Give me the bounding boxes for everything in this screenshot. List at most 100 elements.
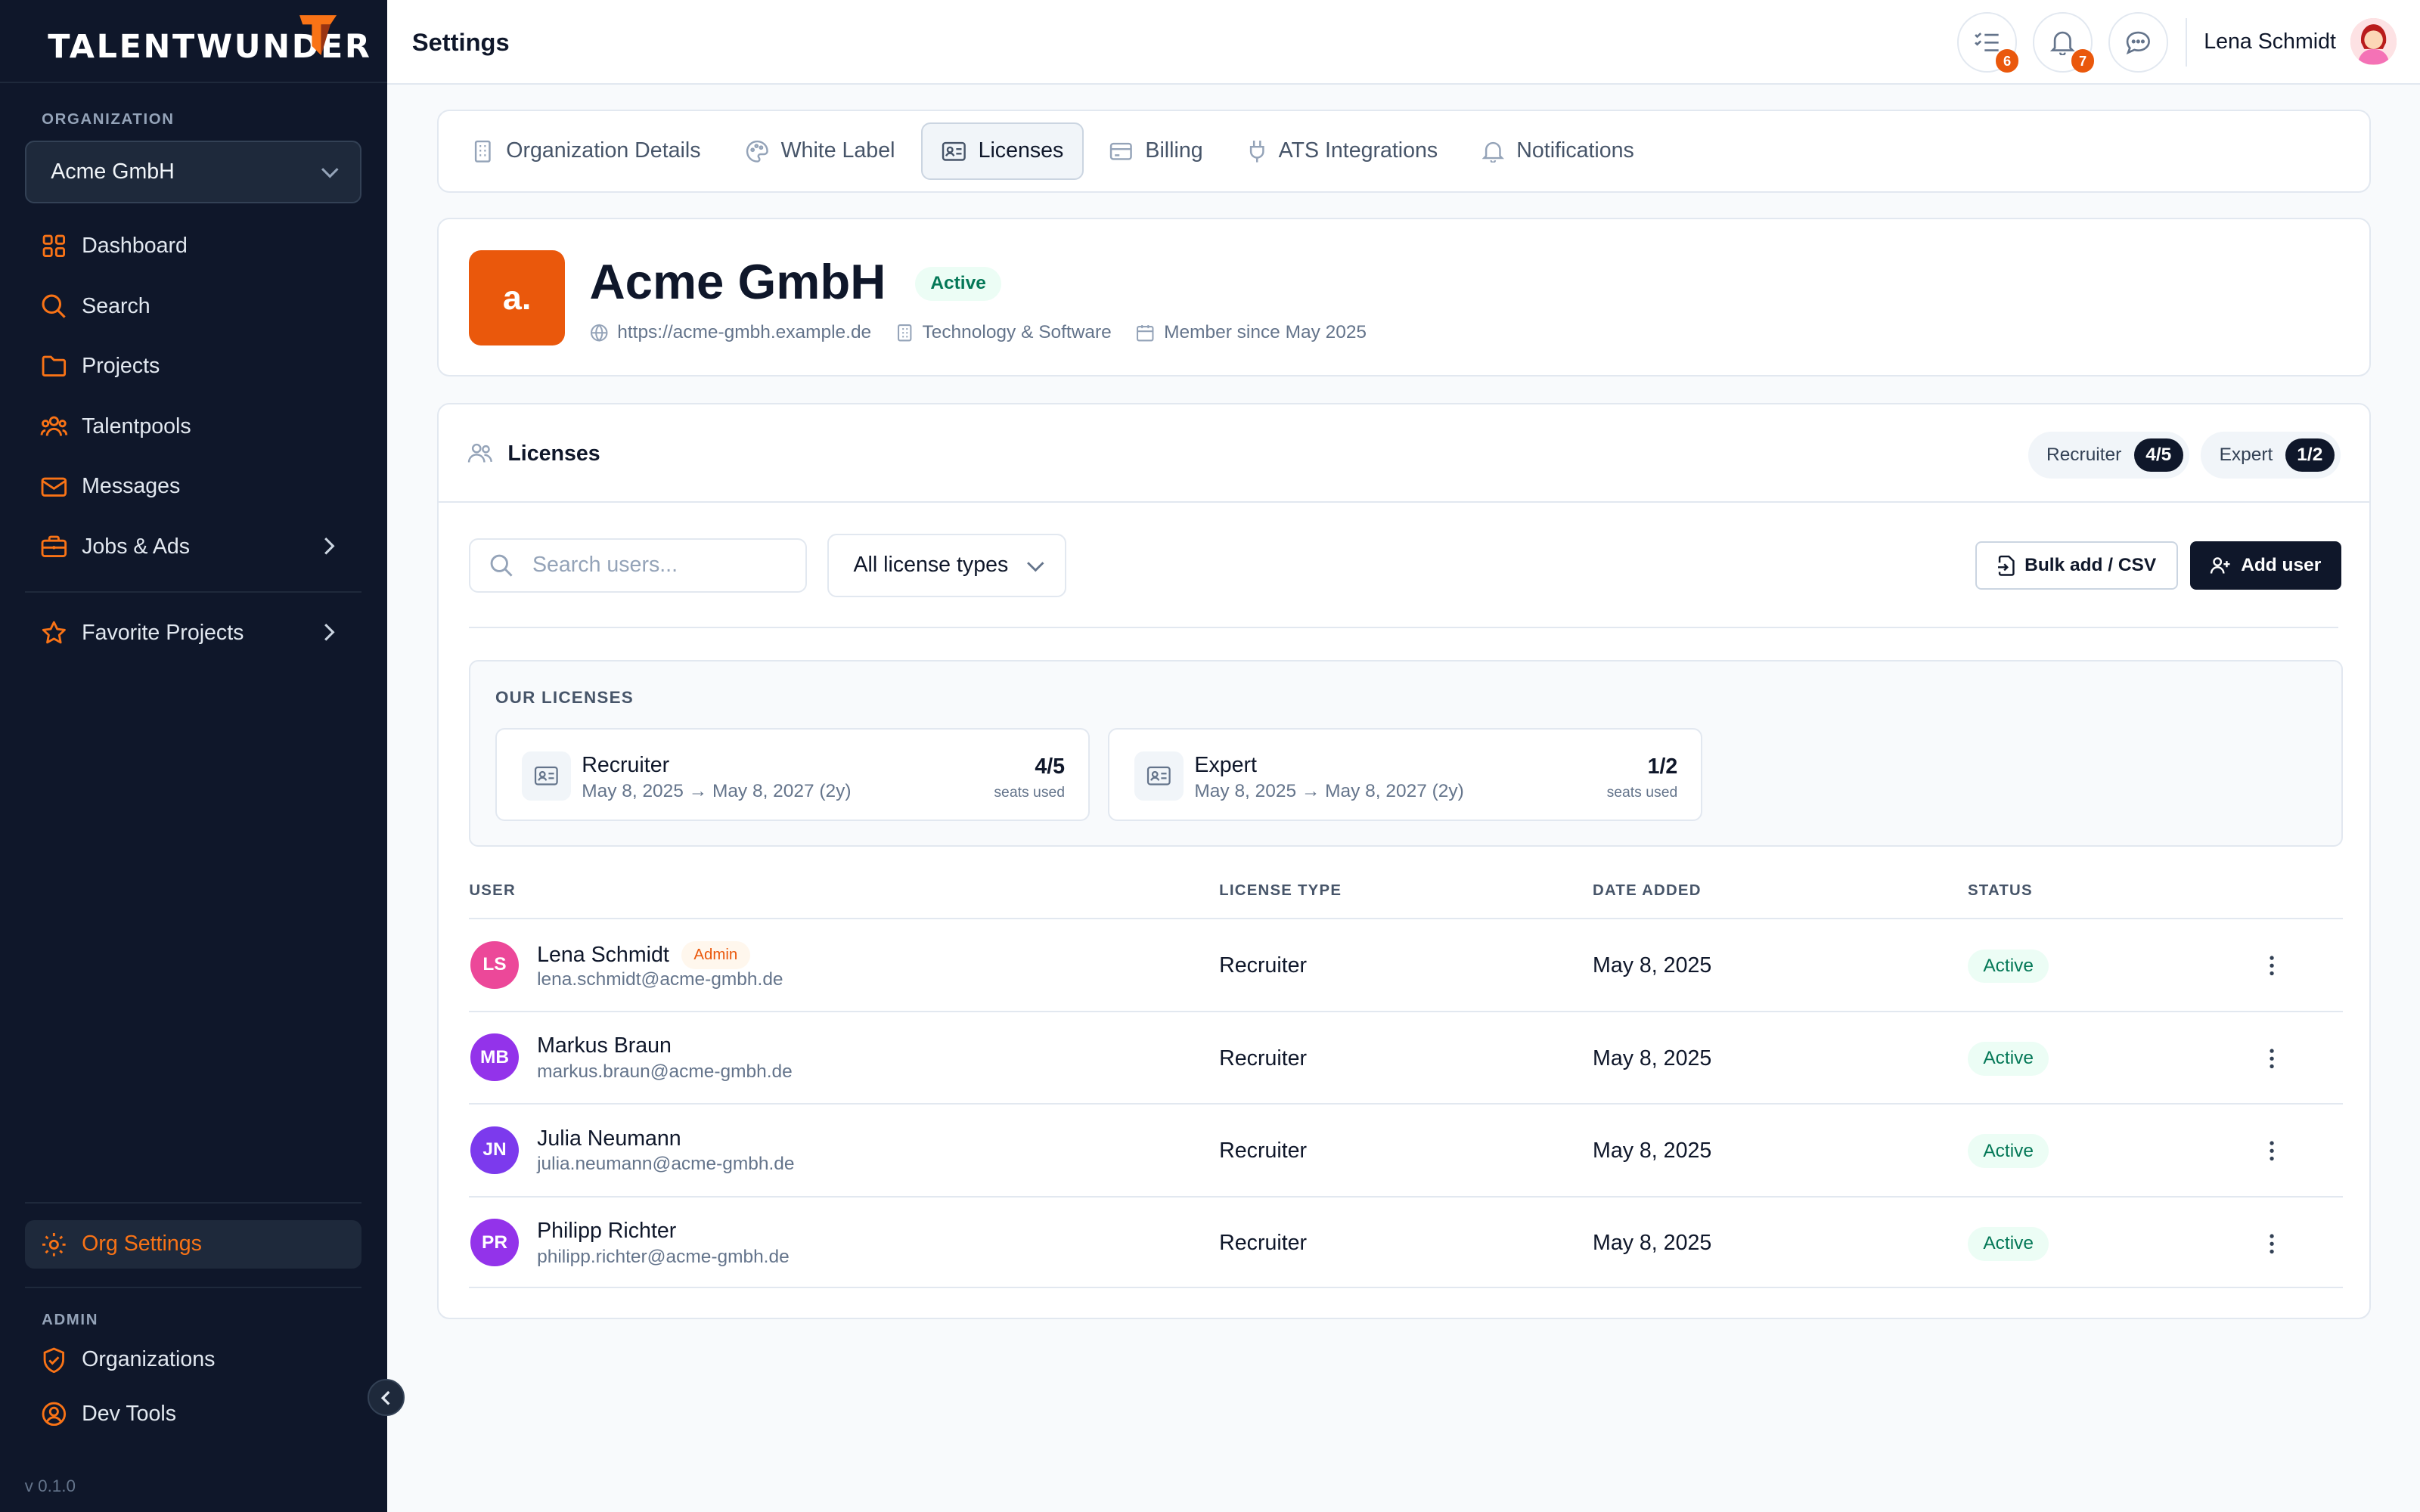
star-icon: [40, 619, 68, 647]
license-box-recruiter: Recruiter May 8, 2025 → May 8, 2027 (2y)…: [495, 728, 1090, 821]
tab-ats-integrations[interactable]: ATS Integrations: [1229, 122, 1456, 180]
status-badge: Active: [1967, 1042, 2049, 1076]
sidebar-item-favorite-projects[interactable]: Favorite Projects: [25, 609, 361, 657]
user-name-text: Lena Schmidt: [537, 942, 669, 967]
sidebar-item-org-settings[interactable]: Org Settings: [24, 1220, 361, 1269]
bulk-add-csv-button[interactable]: Bulk add / CSV: [1975, 541, 2178, 590]
sidebar-divider: [24, 1201, 361, 1204]
table-row[interactable]: JN Julia Neumann julia.neumann@acme-gmbh…: [469, 1103, 2343, 1195]
license-seats-label: seats used: [994, 783, 1066, 801]
user-name[interactable]: Lena Schmidt: [2204, 29, 2336, 54]
plug-icon: [1248, 139, 1266, 164]
sidebar-item-label: Org Settings: [82, 1232, 202, 1256]
sidebar: TALENTWUNDER ORGANIZATION Acme GmbH Dash…: [0, 0, 388, 1512]
license-seat-count: 1/2: [1647, 754, 1678, 779]
avatar[interactable]: [2350, 18, 2397, 65]
folder-icon: [40, 352, 68, 380]
license-box-expert: Expert May 8, 2025 → May 8, 2027 (2y) 1/…: [1108, 728, 1702, 821]
notifications-button[interactable]: 7: [2032, 12, 2095, 73]
organization-name: Acme GmbH Active: [590, 253, 1002, 310]
admin-section-label: ADMIN: [42, 1311, 99, 1328]
topbar: Settings 6 7 Lena Schmidt: [387, 0, 2420, 85]
settings-tabs: Organization Details White Label License…: [436, 109, 2371, 194]
sidebar-item-label: Organizations: [82, 1347, 216, 1372]
sidebar-item-projects[interactable]: Projects: [25, 342, 361, 390]
sidebar-item-label: Talentpools: [82, 414, 191, 438]
topbar-divider: [2185, 18, 2187, 67]
our-licenses-label: OUR LICENSES: [495, 688, 634, 708]
search-icon: [489, 553, 514, 578]
row-actions-button[interactable]: [2260, 1136, 2285, 1167]
row-actions-button[interactable]: [2260, 1043, 2285, 1074]
sidebar-divider: [24, 1287, 361, 1289]
sidebar-item-dev-tools[interactable]: Dev Tools: [25, 1390, 361, 1438]
notifications-badge: 7: [2071, 49, 2095, 73]
user-name: Julia Neumann: [537, 1126, 681, 1151]
admin-badge: Admin: [681, 940, 750, 969]
main-content: Settings 6 7 Lena Schmidt Organization D…: [387, 0, 2420, 1512]
chip-count: 1/2: [2285, 438, 2335, 472]
sidebar-item-search[interactable]: Search: [25, 282, 361, 330]
chat-bubble-icon: [2125, 30, 2152, 55]
mail-icon: [40, 472, 68, 500]
sidebar-item-jobs-ads[interactable]: Jobs & Ads: [25, 523, 361, 571]
tab-billing[interactable]: Billing: [1091, 122, 1221, 180]
sidebar-item-talentpools[interactable]: Talentpools: [25, 403, 361, 451]
license-type-filter[interactable]: All license types: [827, 534, 1067, 597]
chevron-down-icon: [1025, 555, 1047, 577]
page-title: Settings: [411, 27, 510, 56]
table-row[interactable]: PR Philipp Richter philipp.richter@acme-…: [469, 1195, 2343, 1288]
dashboard-icon: [40, 232, 68, 260]
id-card-icon: [1134, 751, 1184, 801]
organization-member-since-text: Member since May 2025: [1164, 322, 1367, 343]
organization-website[interactable]: https://acme-gmbh.example.de: [590, 322, 872, 343]
sidebar-item-organizations[interactable]: Organizations: [25, 1336, 361, 1383]
license-seat-count: 4/5: [1035, 754, 1066, 779]
organization-industry-text: Technology & Software: [922, 322, 1112, 343]
license-type: Recruiter: [1219, 1139, 1308, 1163]
building-icon: [472, 140, 494, 163]
logo[interactable]: TALENTWUNDER: [0, 0, 388, 84]
search-users-input[interactable]: [532, 553, 780, 578]
collapse-sidebar-button[interactable]: [367, 1379, 405, 1417]
organization-industry: Technology & Software: [896, 322, 1112, 343]
tasks-button[interactable]: 6: [1956, 12, 2019, 73]
table-row[interactable]: MB Markus Braun markus.braun@acme-gmbh.d…: [469, 1010, 2343, 1103]
more-vertical-icon: [2269, 1048, 2275, 1070]
organization-website-text: https://acme-gmbh.example.de: [617, 322, 872, 343]
more-vertical-icon: [2269, 955, 2275, 977]
sidebar-item-dashboard[interactable]: Dashboard: [25, 222, 361, 270]
add-user-button[interactable]: Add user: [2189, 541, 2341, 590]
our-licenses-panel: OUR LICENSES Recruiter May 8, 2025 → May…: [469, 660, 2343, 847]
tab-white-label[interactable]: White Label: [727, 122, 914, 180]
license-type: Recruiter: [1219, 1046, 1308, 1070]
avatar: JN: [470, 1126, 519, 1174]
tab-licenses[interactable]: Licenses: [921, 122, 1084, 180]
sidebar-item-label: Favorite Projects: [82, 621, 244, 646]
app-root: TALENTWUNDER ORGANIZATION Acme GmbH Dash…: [0, 0, 2420, 1512]
checklist-icon: [1973, 30, 2001, 55]
row-actions-button[interactable]: [2260, 1228, 2285, 1259]
search-users-field[interactable]: [469, 538, 808, 593]
organization-select[interactable]: Acme GmbH: [24, 140, 361, 204]
chevron-right-icon: [318, 621, 340, 643]
table-row[interactable]: LS Lena Schmidt Admin lena.schmidt@acme-…: [469, 918, 2343, 1010]
row-actions-button[interactable]: [2260, 950, 2285, 981]
file-import-icon: [1996, 555, 2024, 577]
license-type: Recruiter: [1219, 1231, 1308, 1256]
status-badge: Active: [1967, 1134, 2049, 1169]
user-name-text: Julia Neumann: [537, 1126, 681, 1151]
organization-member-since: Member since May 2025: [1136, 322, 1367, 343]
sidebar-item-messages[interactable]: Messages: [25, 463, 361, 510]
license-type-filter-value: All license types: [853, 553, 1009, 578]
licenses-card: Licenses Recruiter 4/5 Expert 1/2 All li…: [436, 402, 2371, 1319]
avatar: MB: [470, 1033, 519, 1082]
tab-notifications[interactable]: Notifications: [1464, 122, 1652, 180]
bell-icon: [1482, 140, 1504, 163]
messages-button[interactable]: [2108, 12, 2169, 73]
tab-label: Notifications: [1516, 138, 1634, 163]
chip-label: Recruiter: [2046, 444, 2122, 465]
sidebar-divider: [24, 590, 361, 593]
sidebar-item-label: Dev Tools: [82, 1401, 177, 1426]
tab-organization-details[interactable]: Organization Details: [454, 122, 719, 180]
